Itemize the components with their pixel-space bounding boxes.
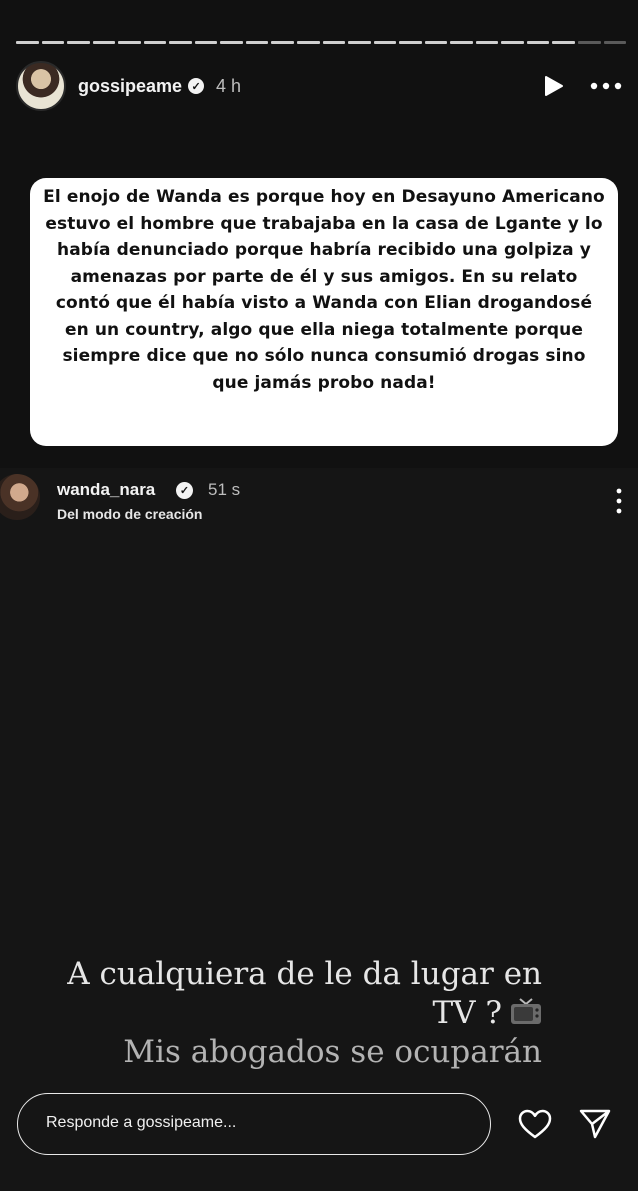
- progress-segment: [373, 41, 397, 44]
- progress-segment: [41, 41, 65, 44]
- progress-segment: [245, 41, 269, 44]
- repost-verified-badge-icon: ✓: [176, 482, 193, 499]
- progress-segment: [501, 41, 524, 44]
- overlay-line-1: A cualquiera de le da lugar en: [67, 956, 542, 992]
- repost-subtitle: Del modo de creación: [57, 506, 203, 522]
- reposted-story: [0, 468, 638, 1191]
- progress-segment: [143, 41, 167, 44]
- avatar[interactable]: [16, 61, 66, 111]
- progress-segment: [424, 41, 448, 44]
- story-progress-bar: [16, 41, 627, 44]
- post-time: 4 h: [216, 75, 242, 96]
- progress-segment: [220, 41, 243, 44]
- repost-username[interactable]: wanda_nara: [57, 480, 155, 500]
- story-overlay-text: A cualquiera de le da lugar en TV ? Mis …: [62, 955, 542, 1072]
- reply-placeholder: Responde a gossipeame...: [46, 1114, 237, 1131]
- progress-segment: [552, 41, 576, 44]
- progress-segment: [450, 41, 473, 44]
- caption-text: El enojo de Wanda es porque hoy en Desay…: [43, 187, 605, 393]
- more-horizontal-icon[interactable]: [590, 81, 622, 91]
- overlay-line-2: TV ?: [62, 994, 542, 1033]
- verified-badge-icon: ✓: [188, 78, 205, 94]
- progress-segment: [92, 41, 116, 44]
- progress-segment: [322, 41, 346, 44]
- progress-segment: [348, 41, 371, 44]
- username[interactable]: gossipeame: [78, 76, 182, 97]
- play-icon[interactable]: [542, 75, 564, 97]
- more-vertical-icon[interactable]: [615, 488, 623, 514]
- progress-segment: [169, 41, 192, 44]
- progress-segment: [67, 41, 90, 44]
- heart-icon[interactable]: [518, 1108, 552, 1140]
- progress-segment: [603, 41, 627, 44]
- progress-segment: [194, 41, 218, 44]
- overlay-line-3: Mis abogados se ocuparán: [123, 1034, 542, 1070]
- progress-segment: [16, 41, 39, 44]
- tv-icon: [511, 998, 541, 1024]
- progress-segment: [118, 41, 141, 44]
- progress-segment: [475, 41, 499, 44]
- repost-time: 51 s: [208, 480, 241, 499]
- progress-segment: [399, 41, 422, 44]
- progress-segment: [526, 41, 550, 44]
- progress-segment: [578, 41, 601, 44]
- story-header: gossipeame ✓ 4 h: [16, 61, 622, 111]
- progress-segment: [297, 41, 320, 44]
- send-icon[interactable]: [578, 1106, 612, 1140]
- progress-segment: [271, 41, 295, 44]
